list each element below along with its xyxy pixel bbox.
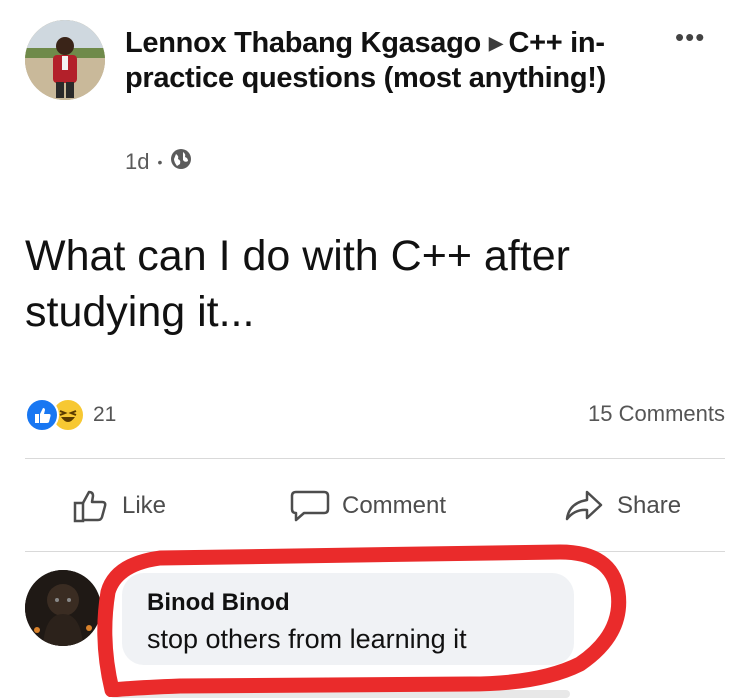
commenter-avatar[interactable]	[25, 570, 101, 646]
post-meta: 1d •	[125, 148, 192, 176]
share-button[interactable]: Share	[563, 488, 681, 524]
comments-count[interactable]: 15 Comments	[588, 401, 725, 427]
like-label: Like	[122, 492, 167, 519]
commenter-name[interactable]: Binod Binod	[147, 589, 290, 617]
share-label: Share	[617, 492, 682, 519]
reactions-summary[interactable]: 21	[25, 398, 116, 432]
like-reaction-icon	[25, 398, 59, 432]
like-button[interactable]: Like	[72, 488, 166, 524]
author-name[interactable]: Lennox Thabang Kgasago	[125, 27, 481, 59]
comment-label: Comment	[342, 492, 447, 519]
author-avatar[interactable]	[25, 20, 105, 100]
comment-icon	[290, 490, 330, 522]
caret-right-icon: ▶	[488, 33, 503, 53]
reaction-count: 21	[93, 403, 117, 426]
more-options-icon[interactable]: •••	[675, 24, 705, 50]
share-icon	[565, 490, 603, 521]
post-time[interactable]: 1d	[125, 149, 149, 175]
post-body-line: studying it...	[25, 288, 255, 336]
divider	[25, 551, 725, 552]
thumbs-up-icon	[73, 490, 107, 523]
post-body-line: What can I do with C++ after	[25, 232, 570, 280]
comment-button[interactable]: Comment	[290, 488, 446, 524]
post-header: Lennox Thabang Kgasago ▶ C++ in-practice q…	[125, 26, 625, 96]
separator-dot: •	[157, 154, 163, 170]
post-body: What can I do with C++ after studying it…	[25, 228, 725, 340]
divider	[25, 458, 725, 459]
globe-icon	[170, 148, 192, 176]
comment-text: stop others from learning it	[147, 624, 467, 654]
